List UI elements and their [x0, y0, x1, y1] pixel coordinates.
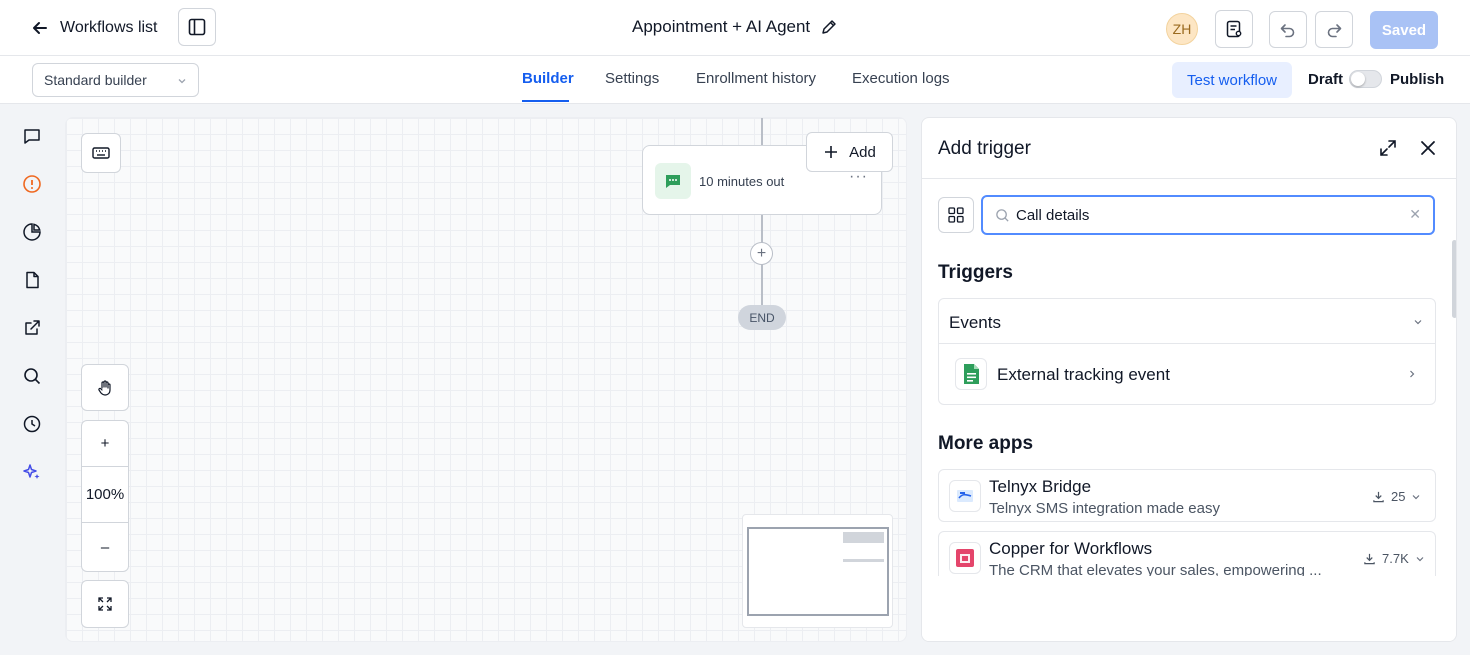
app-name: Telnyx Bridge: [989, 477, 1092, 496]
workflow-canvas[interactable]: + 100% – 10 minutes out ··· Add + END: [65, 117, 907, 642]
more-apps-heading: More apps: [938, 433, 1034, 454]
active-tab-indicator: [522, 100, 569, 102]
saved-button[interactable]: Saved: [1370, 11, 1438, 49]
toggle-sidebar-button[interactable]: [178, 8, 216, 46]
notes-button[interactable]: [1215, 10, 1253, 48]
minimap[interactable]: [742, 514, 893, 628]
events-label: Events: [949, 313, 1001, 332]
document-icon[interactable]: [21, 269, 43, 291]
builder-mode-select[interactable]: Standard builder: [32, 63, 199, 97]
search-icon: [996, 208, 1009, 222]
keyboard-icon: [92, 147, 110, 159]
install-count: 7.7K: [1363, 551, 1425, 566]
message-icon: [655, 163, 691, 199]
search-icon[interactable]: [21, 365, 43, 387]
panel-title: Add trigger: [938, 138, 1031, 159]
pencil-edit-icon[interactable]: [820, 18, 838, 36]
trigger-search-input[interactable]: [1016, 206, 1396, 224]
tab-builder[interactable]: Builder: [522, 70, 574, 87]
arrow-left-icon: [33, 22, 47, 34]
chevron-down-icon[interactable]: [1415, 554, 1425, 564]
download-icon: [1373, 491, 1384, 503]
zoom-level: 100%: [82, 467, 128, 523]
minimap-node: [843, 532, 884, 543]
tab-execution-logs[interactable]: Execution logs: [852, 70, 950, 87]
telnyx-logo-icon: [949, 480, 981, 512]
zoom-out-button[interactable]: –: [82, 523, 128, 571]
workflow-title: Appointment + AI Agent: [632, 17, 838, 37]
add-step-button[interactable]: Add: [806, 132, 893, 172]
events-accordion-header[interactable]: Events: [939, 299, 1435, 344]
chevron-down-icon[interactable]: [1411, 492, 1421, 502]
event-item-external-tracking[interactable]: External tracking event: [939, 344, 1435, 404]
panel-footer-mask: [922, 576, 1456, 641]
chevron-down-icon: [178, 79, 186, 84]
install-count-value: 25: [1391, 489, 1406, 504]
grid-icon: [948, 207, 964, 223]
download-icon: [1364, 553, 1375, 565]
tab-enrollment-history[interactable]: Enrollment history: [696, 70, 816, 87]
end-node: END: [738, 305, 786, 330]
plus-icon: [825, 146, 838, 158]
toggle-knob: [1351, 72, 1365, 86]
back-label: Workflows list: [60, 19, 158, 36]
panel-scrollbar[interactable]: [1452, 240, 1456, 318]
events-group: Events External tracking event: [938, 298, 1436, 405]
install-count-value: 7.7K: [1382, 551, 1409, 566]
chat-icon[interactable]: [21, 125, 43, 147]
pie-chart-icon[interactable]: [21, 221, 43, 243]
connector-line: [761, 118, 763, 145]
app-description: Telnyx SMS integration made easy: [989, 500, 1220, 517]
hand-icon: [98, 379, 111, 396]
undo-icon: [1280, 23, 1295, 37]
panel-header: Add trigger: [922, 118, 1456, 179]
back-to-workflows-link[interactable]: Workflows list: [30, 14, 158, 42]
zoom-in-button[interactable]: +: [82, 421, 128, 467]
copper-logo-icon: [949, 542, 981, 574]
fit-view-button[interactable]: [81, 580, 129, 628]
zoom-controls: + 100% –: [81, 420, 129, 572]
chevron-right-icon: [1410, 370, 1415, 378]
add-trigger-panel: Add trigger ✕ Triggers Events External t…: [921, 117, 1457, 642]
triggers-heading: Triggers: [938, 262, 1013, 283]
redo-button[interactable]: [1315, 11, 1353, 48]
external-link-icon[interactable]: [21, 317, 43, 339]
undo-button[interactable]: [1269, 11, 1307, 48]
workflow-title-text: Appointment + AI Agent: [632, 17, 811, 36]
pan-tool-button[interactable]: [81, 364, 129, 411]
chevron-down-icon: [1414, 320, 1422, 325]
publish-toggle[interactable]: [1349, 70, 1382, 88]
trigger-search: ✕: [981, 195, 1435, 235]
insert-step-button[interactable]: +: [750, 242, 773, 265]
app-card-telnyx[interactable]: Telnyx Bridge Telnyx SMS integration mad…: [938, 469, 1436, 522]
fullscreen-icon: [98, 597, 112, 611]
sidebar-panel-icon: [188, 18, 206, 36]
add-label: Add: [849, 143, 876, 161]
notes-icon: [1226, 20, 1242, 38]
tab-settings[interactable]: Settings: [605, 70, 659, 87]
builder-mode-value: Standard builder: [44, 72, 147, 88]
close-icon[interactable]: [1418, 138, 1438, 158]
app-name: Copper for Workflows: [989, 539, 1153, 558]
publish-label: Publish: [1390, 71, 1445, 88]
minimap-node: [843, 559, 884, 562]
install-count: 25: [1372, 489, 1421, 504]
user-avatar[interactable]: ZH: [1166, 13, 1198, 45]
event-item-label: External tracking event: [997, 365, 1170, 384]
sparkles-icon[interactable]: [21, 461, 43, 483]
keyboard-shortcuts-button[interactable]: [81, 133, 121, 173]
clear-search-icon[interactable]: ✕: [1409, 206, 1421, 223]
redo-icon: [1327, 23, 1342, 37]
category-grid-button[interactable]: [938, 197, 974, 233]
history-icon[interactable]: [21, 413, 43, 435]
expand-icon[interactable]: [1378, 138, 1398, 158]
draft-label: Draft: [1308, 71, 1344, 88]
top-bar: Workflows list Appointment + AI Agent ZH…: [0, 0, 1470, 56]
alert-circle-icon[interactable]: [21, 173, 43, 195]
node-label: 10 minutes out: [699, 174, 785, 189]
sheet-document-icon: [955, 358, 987, 390]
test-workflow-button[interactable]: Test workflow: [1172, 62, 1292, 98]
